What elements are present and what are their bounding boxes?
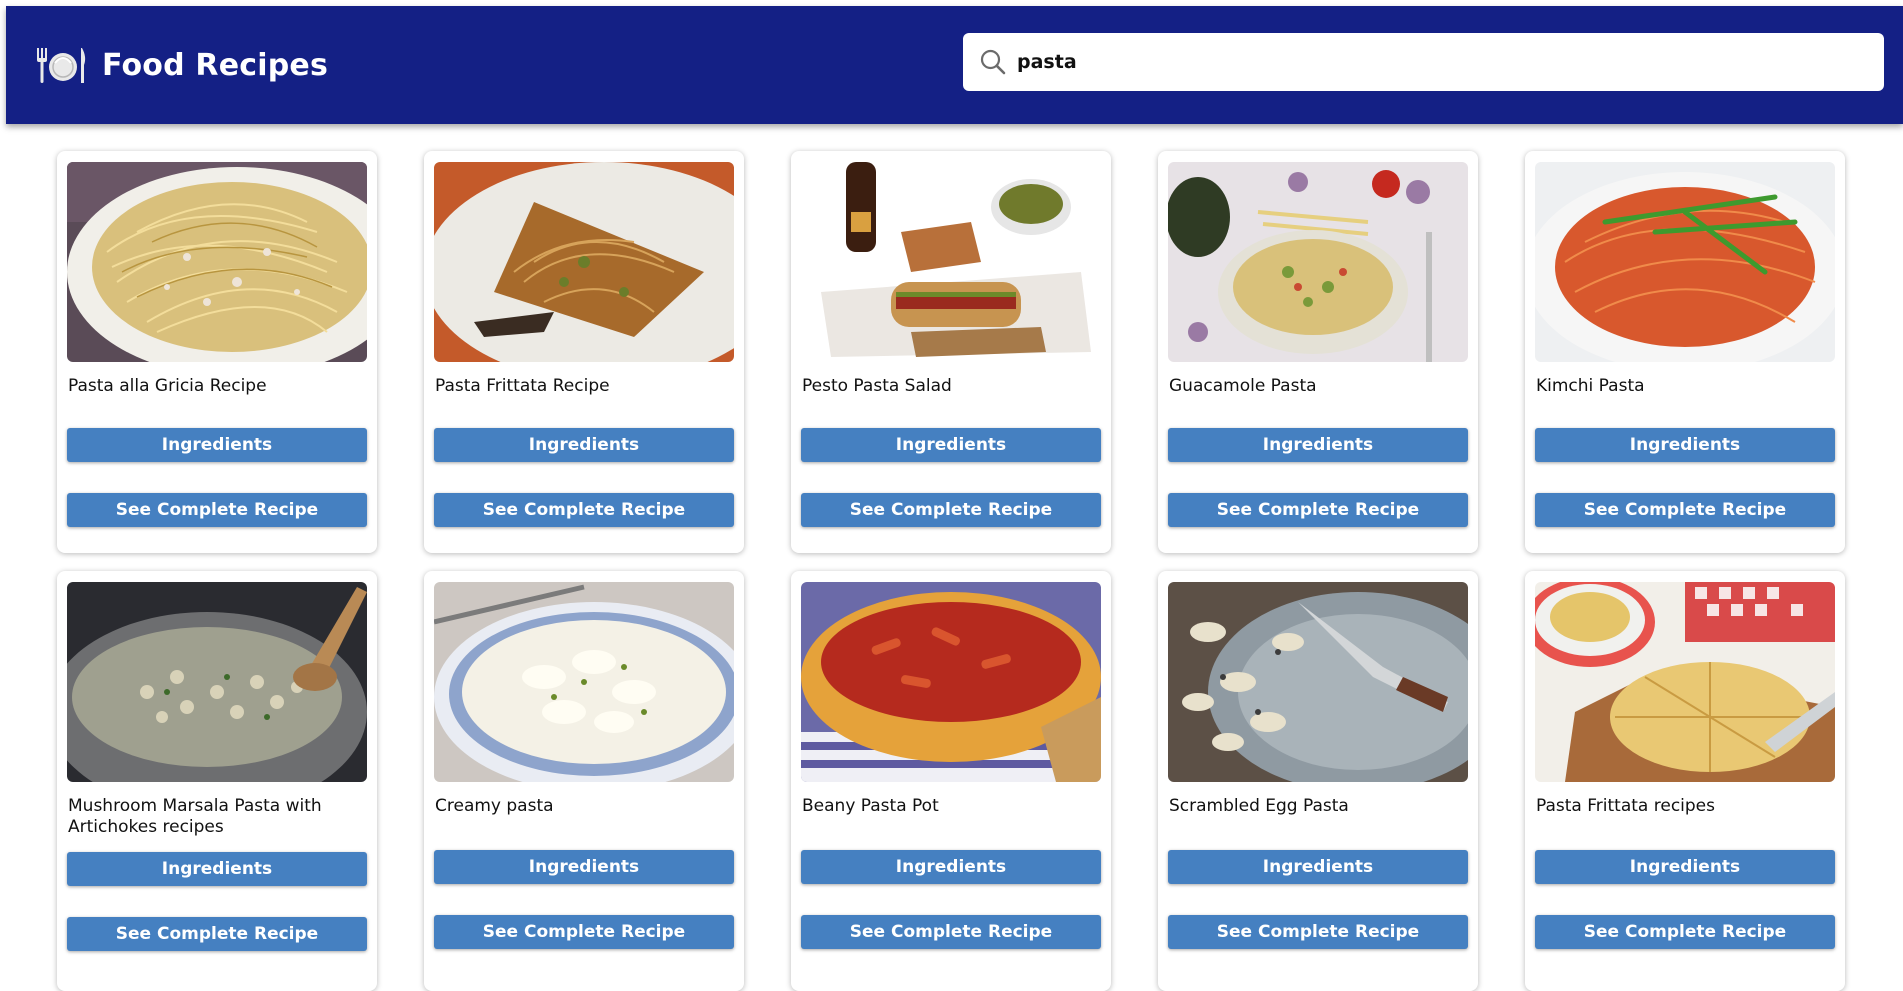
recipe-image[interactable] bbox=[801, 582, 1101, 782]
see-complete-recipe-button[interactable]: See Complete Recipe bbox=[434, 493, 734, 527]
recipe-image[interactable] bbox=[1168, 582, 1468, 782]
recipe-title: Pasta Frittata recipes bbox=[1536, 796, 1715, 816]
recipe-image[interactable] bbox=[1535, 162, 1835, 362]
see-complete-recipe-button[interactable]: See Complete Recipe bbox=[434, 915, 734, 949]
recipe-card: Pasta alla Gricia Recipe Ingredients See… bbox=[57, 151, 377, 553]
see-complete-recipe-button[interactable]: See Complete Recipe bbox=[67, 917, 367, 951]
recipe-title: Mushroom Marsala Pasta with Artichokes r… bbox=[68, 796, 322, 837]
ingredients-button[interactable]: Ingredients bbox=[434, 850, 734, 884]
see-complete-recipe-button[interactable]: See Complete Recipe bbox=[801, 915, 1101, 949]
recipe-title: Pasta Frittata Recipe bbox=[435, 376, 610, 396]
recipe-card: Mushroom Marsala Pasta with Artichokes r… bbox=[57, 571, 377, 991]
see-complete-recipe-button[interactable]: See Complete Recipe bbox=[1168, 915, 1468, 949]
ingredients-button[interactable]: Ingredients bbox=[1535, 850, 1835, 884]
ingredients-button[interactable]: Ingredients bbox=[1168, 428, 1468, 462]
search-bar[interactable] bbox=[963, 33, 1884, 91]
recipe-card: Pasta Frittata recipes Ingredients See C… bbox=[1525, 571, 1845, 991]
app-title: Food Recipes bbox=[102, 47, 329, 83]
recipe-card: Scrambled Egg Pasta Ingredients See Comp… bbox=[1158, 571, 1478, 991]
recipe-title: Creamy pasta bbox=[435, 796, 554, 816]
recipe-image[interactable] bbox=[434, 162, 734, 362]
recipe-card: Guacamole Pasta Ingredients See Complete… bbox=[1158, 151, 1478, 553]
recipe-card: Beany Pasta Pot Ingredients See Complete… bbox=[791, 571, 1111, 991]
recipe-image[interactable] bbox=[67, 162, 367, 362]
ingredients-button[interactable]: Ingredients bbox=[1535, 428, 1835, 462]
search-icon bbox=[980, 49, 1006, 75]
ingredients-button[interactable]: Ingredients bbox=[67, 428, 367, 462]
recipe-image[interactable] bbox=[67, 582, 367, 782]
recipe-image[interactable] bbox=[434, 582, 734, 782]
recipe-title: Beany Pasta Pot bbox=[802, 796, 939, 816]
recipe-title: Pesto Pasta Salad bbox=[802, 376, 952, 396]
see-complete-recipe-button[interactable]: See Complete Recipe bbox=[801, 493, 1101, 527]
recipe-title: Guacamole Pasta bbox=[1169, 376, 1317, 396]
recipe-title: Pasta alla Gricia Recipe bbox=[68, 376, 267, 396]
see-complete-recipe-button[interactable]: See Complete Recipe bbox=[67, 493, 367, 527]
recipe-card: Creamy pasta Ingredients See Complete Re… bbox=[424, 571, 744, 991]
recipe-image[interactable] bbox=[1535, 582, 1835, 782]
recipe-grid: Pasta alla Gricia Recipe Ingredients See… bbox=[57, 151, 1847, 991]
ingredients-button[interactable]: Ingredients bbox=[801, 428, 1101, 462]
app-header: Food Recipes bbox=[6, 6, 1903, 124]
recipe-title: Kimchi Pasta bbox=[1536, 376, 1645, 396]
see-complete-recipe-button[interactable]: See Complete Recipe bbox=[1535, 493, 1835, 527]
recipe-image[interactable] bbox=[1168, 162, 1468, 362]
recipe-card: Pesto Pasta Salad Ingredients See Comple… bbox=[791, 151, 1111, 553]
ingredients-button[interactable]: Ingredients bbox=[67, 852, 367, 886]
recipe-title: Scrambled Egg Pasta bbox=[1169, 796, 1349, 816]
ingredients-button[interactable]: Ingredients bbox=[1168, 850, 1468, 884]
recipe-card: Pasta Frittata Recipe Ingredients See Co… bbox=[424, 151, 744, 553]
ingredients-button[interactable]: Ingredients bbox=[801, 850, 1101, 884]
search-input[interactable] bbox=[1017, 42, 1877, 82]
see-complete-recipe-button[interactable]: See Complete Recipe bbox=[1168, 493, 1468, 527]
brand[interactable]: Food Recipes bbox=[34, 6, 328, 124]
recipe-card: Kimchi Pasta Ingredients See Complete Re… bbox=[1525, 151, 1845, 553]
see-complete-recipe-button[interactable]: See Complete Recipe bbox=[1535, 915, 1835, 949]
recipe-image[interactable] bbox=[801, 162, 1101, 362]
ingredients-button[interactable]: Ingredients bbox=[434, 428, 734, 462]
fork-plate-knife-icon bbox=[37, 48, 86, 83]
